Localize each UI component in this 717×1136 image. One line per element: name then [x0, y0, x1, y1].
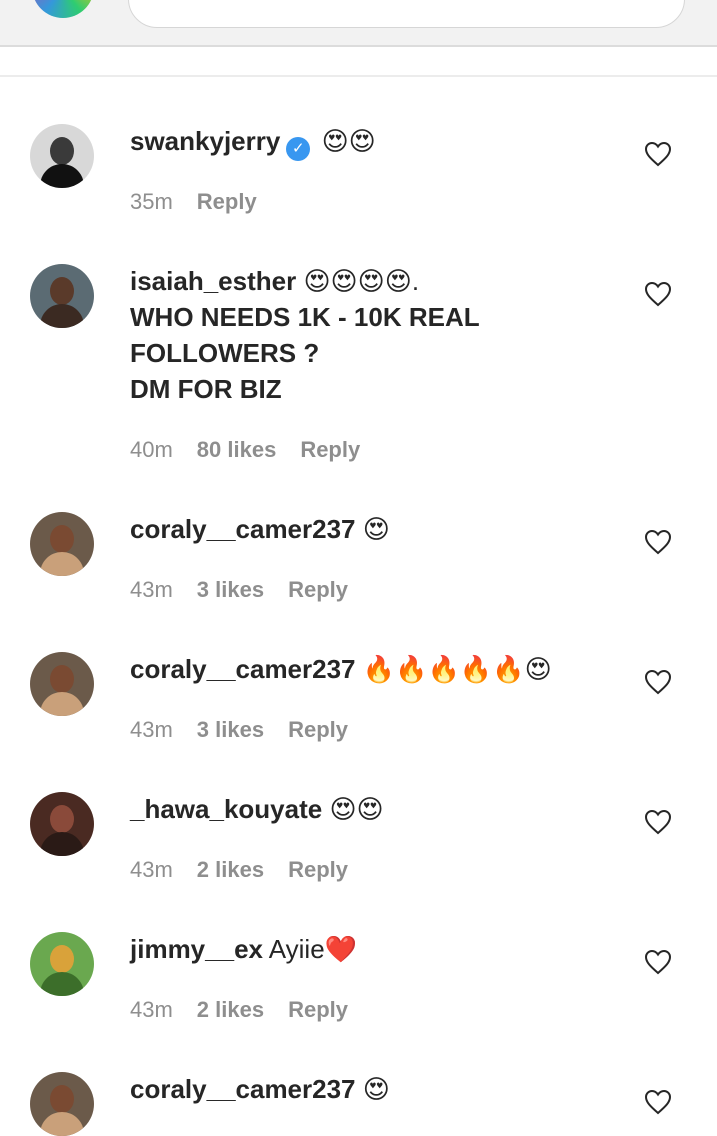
comment-text: 😍: [362, 1074, 390, 1104]
comment-text: 😍😍: [329, 794, 384, 824]
comment-text: Ayiie❤️: [268, 934, 358, 964]
heart-outline-icon[interactable]: [644, 949, 672, 975]
reply-button[interactable]: Reply: [288, 997, 348, 1022]
comment-text-line: WHO NEEDS 1K - 10K REAL: [130, 302, 480, 332]
comment-username[interactable]: coraly__camer237: [130, 1074, 356, 1104]
comment-time: 35m: [130, 189, 173, 214]
heart-outline-icon[interactable]: [644, 669, 672, 695]
heart-outline-icon[interactable]: [644, 281, 672, 307]
avatar[interactable]: [30, 932, 94, 996]
avatar[interactable]: [30, 512, 94, 576]
comment-username[interactable]: _hawa_kouyate: [130, 794, 322, 824]
comment-text: 😍: [362, 514, 390, 544]
heart-outline-icon[interactable]: [644, 809, 672, 835]
reply-button[interactable]: Reply: [288, 717, 348, 742]
likes-count[interactable]: 2 likes: [197, 997, 264, 1022]
comment-time: 43m: [130, 577, 173, 602]
likes-count[interactable]: 3 likes: [197, 717, 264, 742]
avatar[interactable]: [30, 1072, 94, 1136]
likes-count[interactable]: 2 likes: [197, 857, 264, 882]
comment-composer-bar: [0, 0, 717, 47]
reply-button[interactable]: Reply: [197, 189, 257, 214]
reply-button[interactable]: Reply: [288, 857, 348, 882]
likes-count[interactable]: 80 likes: [197, 437, 277, 462]
comment-text-line: FOLLOWERS ?: [130, 338, 320, 368]
avatar[interactable]: [30, 264, 94, 328]
heart-outline-icon[interactable]: [644, 141, 672, 167]
heart-outline-icon[interactable]: [644, 1089, 672, 1115]
add-comment-input[interactable]: [128, 0, 685, 28]
likes-count[interactable]: 3 likes: [197, 577, 264, 602]
current-user-avatar: [32, 0, 94, 18]
comment-time: 43m: [130, 997, 173, 1022]
comment-username[interactable]: swankyjerry: [130, 126, 280, 156]
verified-badge-icon: ✓: [286, 137, 311, 161]
divider: [0, 75, 717, 77]
comment-username[interactable]: jimmy__ex: [130, 934, 263, 964]
avatar[interactable]: [30, 124, 94, 188]
comment-time: 40m: [130, 437, 173, 462]
comment-username[interactable]: isaiah_esther: [130, 266, 296, 296]
reply-button[interactable]: Reply: [300, 437, 360, 462]
reply-button[interactable]: Reply: [288, 577, 348, 602]
comment-username[interactable]: coraly__camer237: [130, 514, 356, 544]
comment-text: 🔥🔥🔥🔥🔥😍: [362, 654, 552, 684]
comment-username[interactable]: coraly__camer237: [130, 654, 356, 684]
heart-outline-icon[interactable]: [644, 529, 672, 555]
avatar[interactable]: [30, 792, 94, 856]
comment-text-line: DM FOR BIZ: [130, 374, 282, 404]
comment-text: 😍😍😍😍.: [303, 266, 420, 296]
comment-time: 43m: [130, 857, 173, 882]
comment-text: 😍😍: [321, 126, 376, 156]
comment-time: 43m: [130, 717, 173, 742]
avatar[interactable]: [30, 652, 94, 716]
